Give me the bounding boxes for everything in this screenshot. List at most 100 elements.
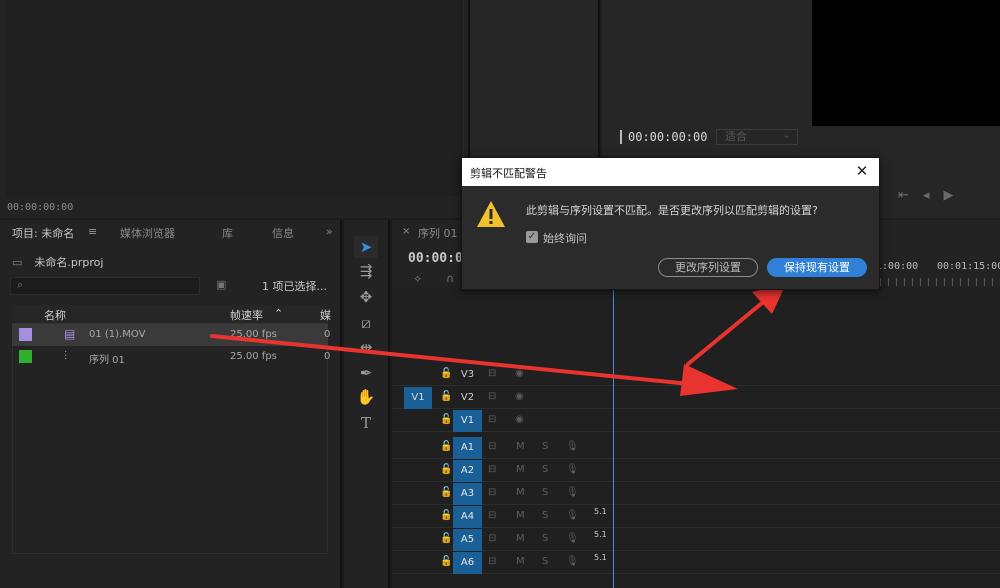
lock-icon[interactable]: 🔓 [440, 414, 452, 425]
item-framerate: 25.00 fps [230, 329, 277, 340]
track-select-tool-icon[interactable]: ⇶ [354, 260, 378, 282]
close-icon[interactable]: ✕ [853, 162, 871, 180]
label-color[interactable] [19, 328, 32, 341]
lock-icon[interactable]: 🔓 [440, 464, 452, 475]
col-name[interactable]: 名称 [44, 307, 66, 323]
tab-media-browser[interactable]: 媒体浏览器 [120, 225, 175, 241]
track-target-a4[interactable]: A4 [453, 506, 482, 528]
solo-button[interactable]: S [542, 441, 548, 452]
timeline-timecode[interactable]: 00:00:0 [408, 251, 463, 266]
link-icon[interactable]: ∩ [446, 272, 454, 285]
mic-icon[interactable]: 🎙 [566, 464, 579, 475]
mute-button[interactable]: M [516, 533, 525, 544]
solo-button[interactable]: S [542, 510, 548, 521]
lock-icon[interactable]: 🔓 [440, 487, 452, 498]
more-tabs-icon[interactable]: » [326, 225, 333, 238]
track-target-v1[interactable]: V1 [453, 410, 482, 432]
track-target-a3[interactable]: A3 [453, 483, 482, 505]
solo-button[interactable]: S [542, 556, 548, 567]
hand-tool-icon[interactable]: ✋ [354, 386, 378, 408]
selection-tool-icon[interactable]: ➤ [354, 236, 378, 258]
source-patch-v1[interactable]: V1 [404, 387, 432, 409]
pen-tool-icon[interactable]: ✒ [354, 362, 378, 384]
solo-button[interactable]: S [542, 464, 548, 475]
mute-button[interactable]: M [516, 464, 525, 475]
playhead-marker [620, 130, 622, 144]
dialog-message: 此剪辑与序列设置不匹配。是否更改序列以匹配剪辑的设置? [526, 204, 818, 217]
sync-lock-icon[interactable]: ⊟ [488, 487, 496, 498]
mic-icon[interactable]: 🎙 [566, 556, 579, 567]
play-icon[interactable]: ▶ [943, 188, 967, 203]
track-target-v3[interactable]: V3 [453, 364, 482, 386]
track-target-a5[interactable]: A5 [453, 529, 482, 551]
lock-icon[interactable]: 🔓 [440, 441, 452, 452]
sync-lock-icon[interactable]: ⊟ [488, 533, 496, 544]
lock-icon[interactable]: 🔓 [440, 368, 452, 379]
tab-project[interactable]: 项目: 未命名 [12, 225, 74, 241]
sync-lock-icon[interactable]: ⊟ [488, 556, 496, 567]
mute-button[interactable]: M [516, 556, 525, 567]
mic-icon[interactable]: 🎙 [566, 510, 579, 521]
lock-icon[interactable]: 🔓 [440, 556, 452, 567]
mic-icon[interactable]: 🎙 [566, 487, 579, 498]
track-target-v2[interactable]: V2 [453, 387, 482, 409]
sync-lock-icon[interactable]: ⊟ [488, 391, 496, 402]
eye-icon[interactable]: ◉ [515, 368, 524, 379]
list-item[interactable]: ⫶ 序列 01 25.00 fps 0 [12, 346, 331, 368]
back-frame-icon[interactable]: ◂ [923, 188, 944, 203]
always-ask-checkbox[interactable]: ✓ [526, 231, 538, 243]
eye-icon[interactable]: ◉ [515, 414, 524, 425]
channel-label: 5.1 [594, 553, 607, 562]
tab-libraries[interactable]: 库 [222, 225, 233, 241]
col-framerate[interactable]: 帧速率 [230, 307, 263, 323]
sync-lock-icon[interactable]: ⊟ [488, 464, 496, 475]
solo-button[interactable]: S [542, 533, 548, 544]
new-bin-icon[interactable]: ▣ [216, 278, 226, 291]
ripple-edit-tool-icon[interactable]: ✥ [354, 286, 378, 308]
tools-panel: ➤ ⇶ ✥ ⧄ ⇹ ✒ ✋ T [344, 220, 390, 588]
tab-close-icon[interactable]: × [402, 226, 410, 237]
eye-icon[interactable]: ◉ [515, 391, 524, 402]
change-sequence-settings-button[interactable]: 更改序列设置 [658, 258, 758, 277]
mic-icon[interactable]: 🎙 [566, 441, 579, 452]
search-input[interactable]: ⌕ [10, 277, 200, 295]
slip-tool-icon[interactable]: ⇹ [354, 336, 378, 358]
dialog-titlebar[interactable]: 剪辑不匹配警告 ✕ [462, 158, 879, 186]
mute-button[interactable]: M [516, 487, 525, 498]
fit-dropdown[interactable]: 适合 [716, 128, 798, 145]
time-ruler[interactable] [872, 278, 1000, 286]
step-back-icon[interactable]: ⇤ [898, 188, 923, 203]
snap-icon[interactable]: ⟡ [414, 272, 421, 286]
tab-menu-icon[interactable]: ≡ [88, 225, 97, 238]
always-ask-label[interactable]: 始终询问 [543, 230, 587, 246]
label-color[interactable] [19, 350, 32, 363]
program-timecode[interactable]: 00:00:00:00 [628, 130, 707, 144]
lock-icon[interactable]: 🔓 [440, 391, 452, 402]
tab-sequence[interactable]: 序列 01 [418, 225, 458, 241]
lock-icon[interactable]: 🔓 [440, 533, 452, 544]
source-timecode[interactable]: 00:00:00:00 [7, 202, 73, 213]
clip-mismatch-dialog: 剪辑不匹配警告 ✕ 此剪辑与序列设置不匹配。是否更改序列以匹配剪辑的设置? ✓ … [461, 157, 880, 290]
sync-lock-icon[interactable]: ⊟ [488, 441, 496, 452]
col-media[interactable]: 媒 [320, 307, 331, 323]
track-target-a1[interactable]: A1 [453, 437, 482, 459]
solo-button[interactable]: S [542, 487, 548, 498]
track-target-a2[interactable]: A2 [453, 460, 482, 482]
sync-lock-icon[interactable]: ⊟ [488, 414, 496, 425]
sort-asc-icon[interactable]: ⌃ [274, 307, 283, 320]
item-extra: 0 [324, 351, 331, 362]
track-target-a6[interactable]: A6 [453, 552, 482, 574]
sync-lock-icon[interactable]: ⊟ [488, 368, 496, 379]
mute-button[interactable]: M [516, 441, 525, 452]
mic-icon[interactable]: 🎙 [566, 533, 579, 544]
tab-info[interactable]: 信息 [272, 225, 294, 241]
lock-icon[interactable]: 🔓 [440, 510, 452, 521]
sync-lock-icon[interactable]: ⊟ [488, 510, 496, 521]
razor-tool-icon[interactable]: ⧄ [354, 312, 378, 334]
keep-existing-settings-button[interactable]: 保持现有设置 [767, 258, 867, 277]
track-a1: 🔓 A1 ⊟ M S 🎙 [392, 437, 1000, 459]
type-tool-icon[interactable]: T [354, 412, 378, 434]
channel-label: 5.1 [594, 530, 607, 539]
list-item[interactable]: ▤ 01 (1).MOV 25.00 fps 0 [12, 324, 330, 346]
mute-button[interactable]: M [516, 510, 525, 521]
